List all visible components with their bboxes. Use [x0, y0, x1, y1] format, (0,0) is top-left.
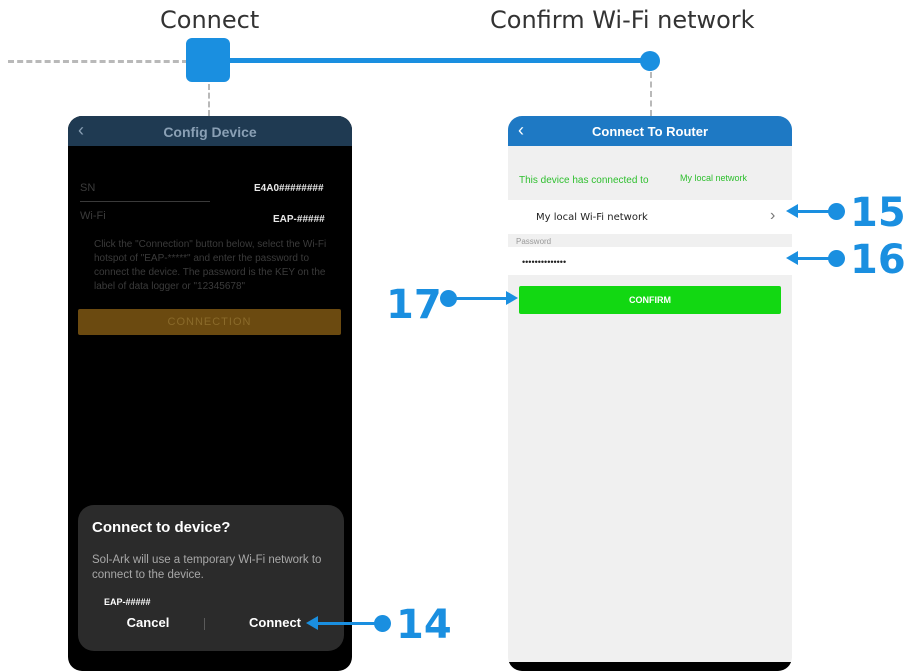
- wifi-label: Wi-Fi: [80, 210, 106, 222]
- callout-dot-16: [828, 250, 845, 267]
- callout-16: 16: [850, 237, 906, 283]
- password-label: Password: [516, 237, 552, 246]
- confirm-button[interactable]: CONFIRM: [519, 286, 781, 314]
- timeline-node-connect: [186, 38, 230, 82]
- page-title: Config Device: [163, 124, 257, 140]
- wifi-value: EAP-#####: [273, 214, 325, 225]
- sn-label: SN: [80, 182, 96, 194]
- selected-network-name: My local Wi-Fi network: [536, 212, 648, 223]
- dialog-title: Connect to device?: [92, 519, 231, 536]
- chevron-right-icon: ›: [770, 207, 776, 224]
- instruction-text: Click the "Connection" button below, sel…: [94, 239, 327, 292]
- connector-line-left: [208, 84, 210, 116]
- connect-dialog: Connect to device? Sol-Ark will use a te…: [78, 505, 344, 651]
- callout-dot-14: [374, 615, 391, 632]
- phone-connect-router: ‹ Connect To Router This device has conn…: [508, 116, 792, 671]
- step-title-confirm-wifi: Confirm Wi-Fi network: [490, 6, 755, 34]
- dialog-network-name: EAP-#####: [104, 597, 151, 607]
- callout-arrow-icon: [506, 291, 518, 305]
- password-input[interactable]: ••••••••••••••: [508, 247, 792, 275]
- step-title-connect: Connect: [160, 6, 260, 34]
- sn-divider: [80, 201, 210, 202]
- connected-status-text: This device has connected to: [519, 175, 649, 186]
- callout-14: 14: [396, 602, 452, 648]
- callout-17: 17: [386, 282, 442, 328]
- bottom-nav-bar: [508, 662, 792, 671]
- timeline-dashed-line: [8, 60, 188, 63]
- connected-network-name: My local network: [680, 173, 748, 183]
- dialog-button-separator: [204, 618, 205, 630]
- connection-button[interactable]: CONNECTION: [78, 309, 341, 335]
- callout-dot-15: [828, 203, 845, 220]
- network-select-row[interactable]: My local Wi-Fi network ›: [508, 200, 792, 234]
- password-value: ••••••••••••••: [522, 257, 567, 267]
- connector-line-right: [650, 72, 652, 116]
- timeline-line: [206, 58, 652, 63]
- dialog-cancel-button[interactable]: Cancel: [108, 615, 188, 630]
- phone-config-device: ‹ Config Device SN E4A0######## Wi-Fi EA…: [68, 116, 352, 671]
- callout-line-14: [316, 622, 382, 625]
- callout-line-17: [450, 297, 508, 300]
- timeline-node-confirm: [640, 51, 660, 71]
- callout-15: 15: [850, 190, 906, 236]
- sn-value: E4A0########: [254, 183, 324, 194]
- dialog-text: Sol-Ark will use a temporary Wi-Fi netwo…: [92, 554, 322, 581]
- page-title: Connect To Router: [591, 124, 709, 139]
